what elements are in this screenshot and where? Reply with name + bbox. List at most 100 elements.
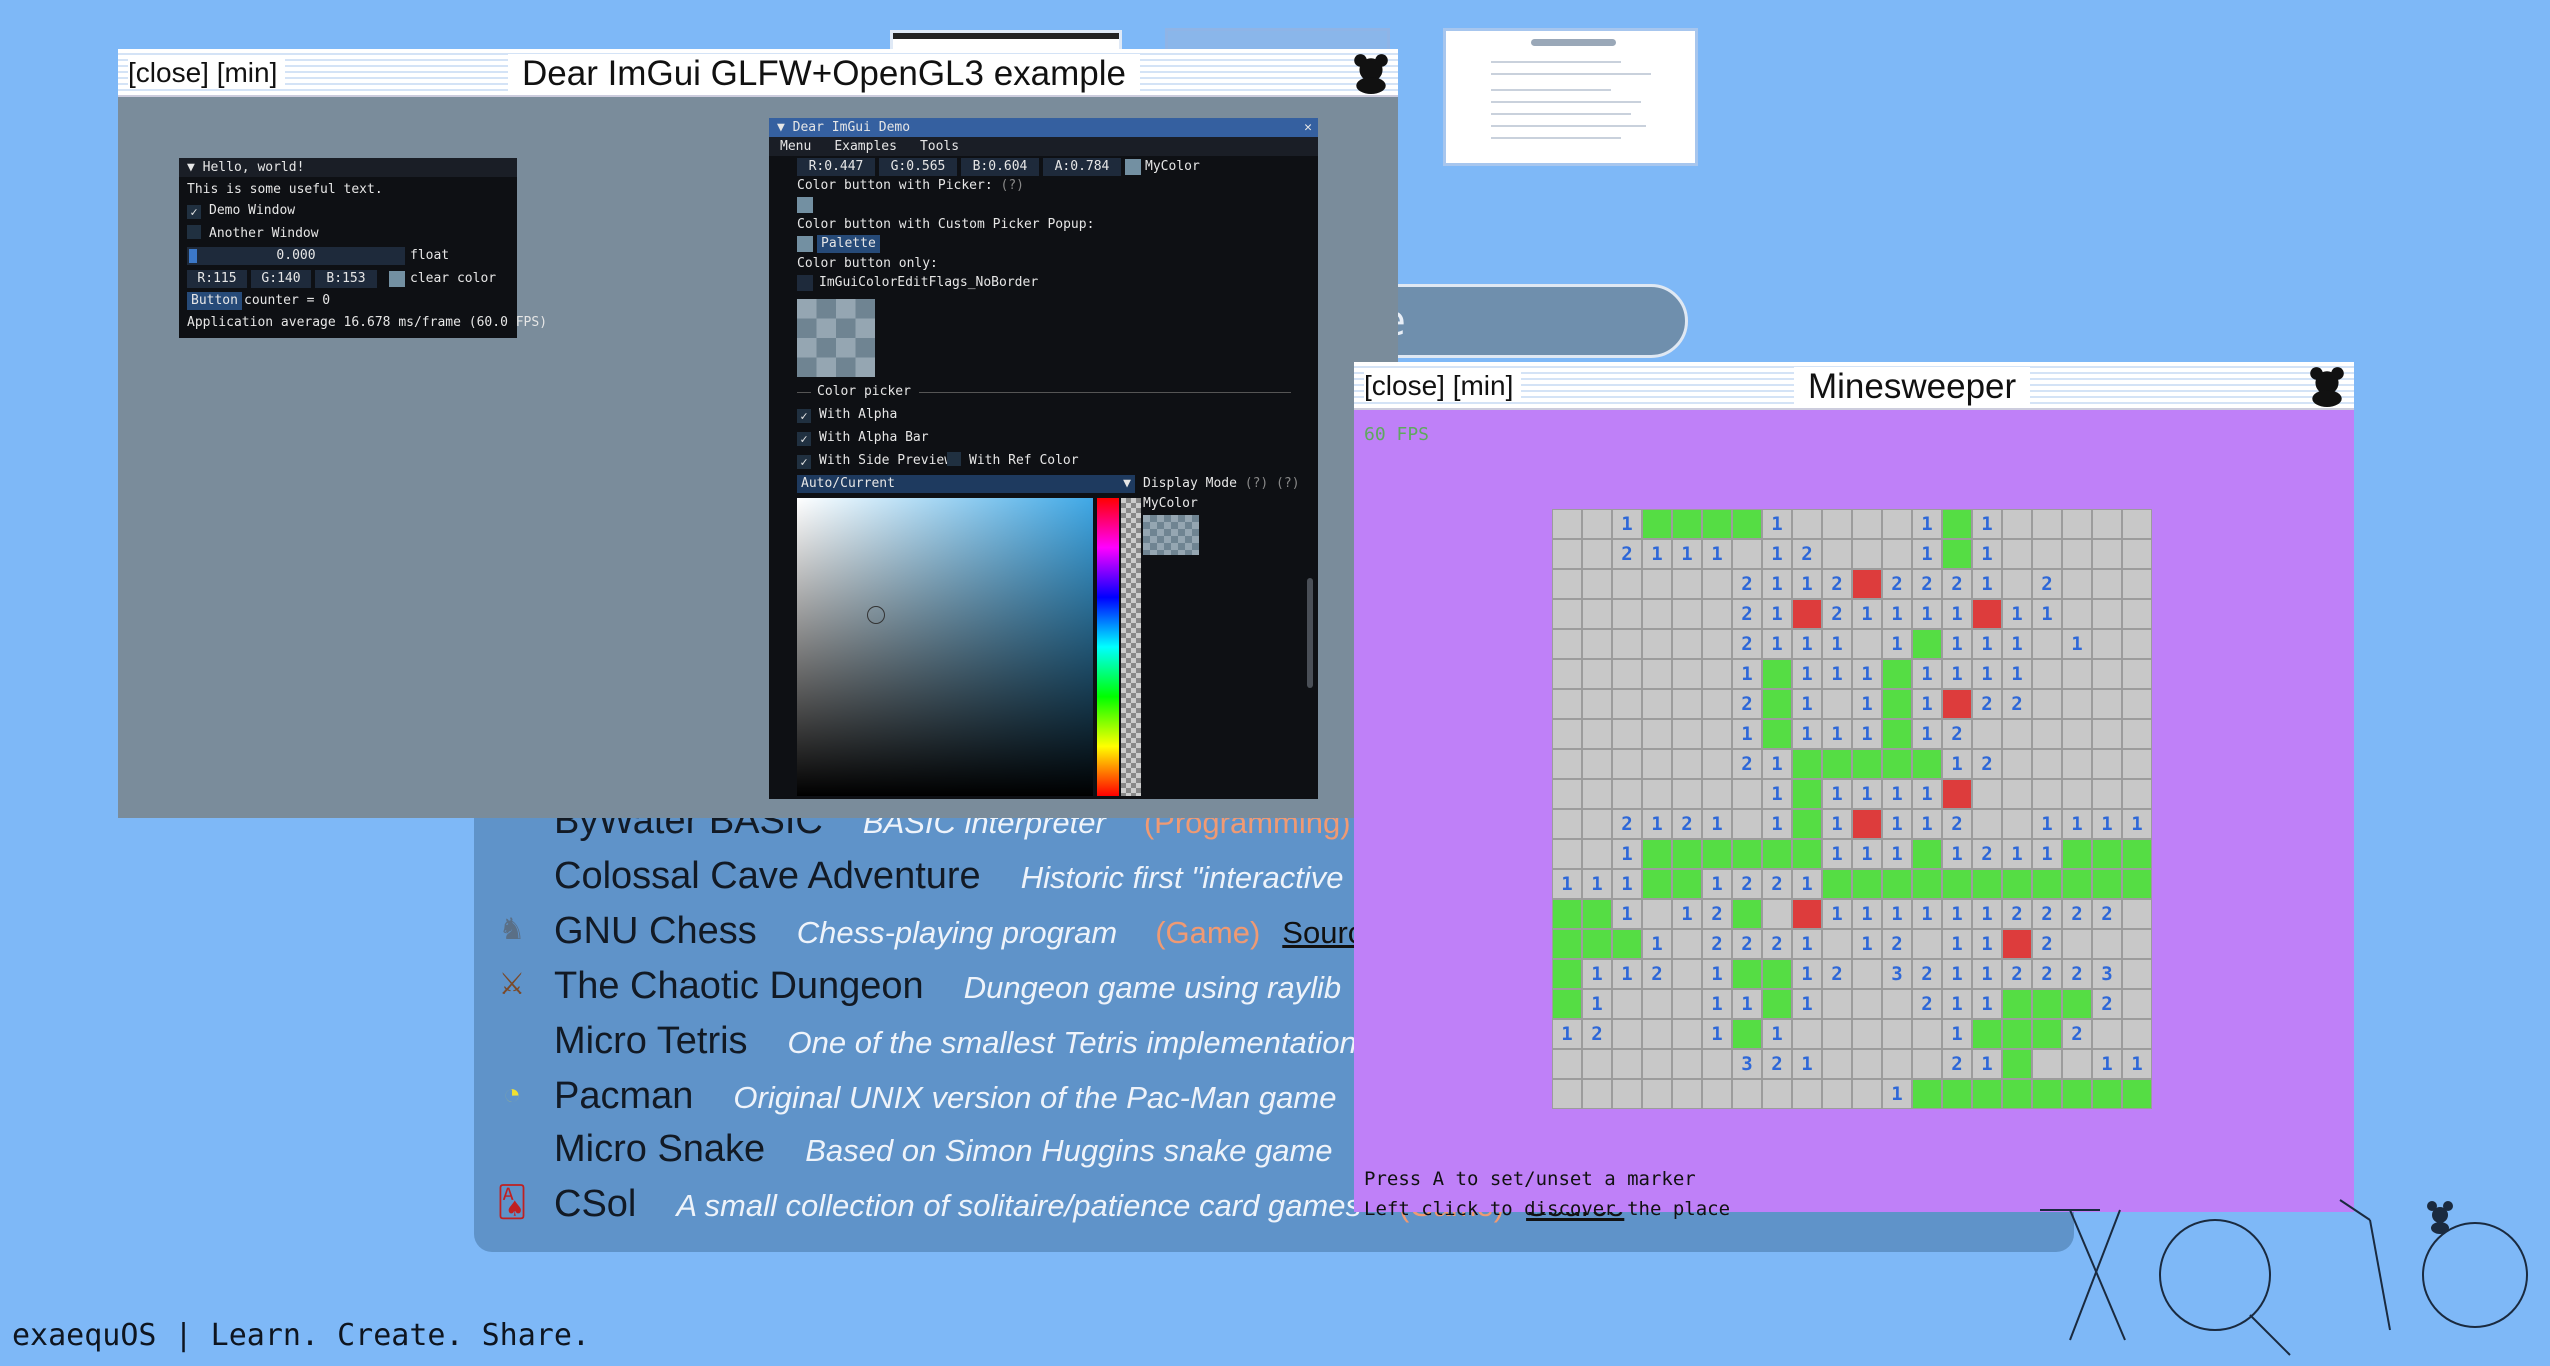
board-cell[interactable]: 2 (1582, 1019, 1612, 1049)
board-cell[interactable]: 1 (1912, 689, 1942, 719)
board-cell[interactable] (2062, 599, 2092, 629)
board-cell[interactable]: 1 (1942, 839, 1972, 869)
board-cell[interactable] (1702, 599, 1732, 629)
board-cell[interactable]: 2 (1612, 809, 1642, 839)
board-cell[interactable]: 1 (1642, 809, 1672, 839)
board-cell[interactable] (1642, 659, 1672, 689)
checkmark-icon[interactable]: ✓ (187, 205, 201, 219)
board-cell[interactable] (1852, 1019, 1882, 1049)
board-cell[interactable]: 1 (1762, 509, 1792, 539)
mycolor-swatch[interactable] (1125, 159, 1141, 175)
board-cell[interactable]: 1 (1942, 659, 1972, 689)
board-cell[interactable]: 1 (1552, 869, 1582, 899)
board-cell[interactable] (2092, 929, 2122, 959)
board-cell[interactable] (1822, 689, 1852, 719)
board-cell[interactable]: 1 (1582, 869, 1612, 899)
board-cell[interactable] (1912, 629, 1942, 659)
board-cell[interactable] (1912, 749, 1942, 779)
board-cell[interactable] (1852, 809, 1882, 839)
board-cell[interactable] (1552, 659, 1582, 689)
no-border-checkbox[interactable] (797, 275, 813, 291)
board-cell[interactable] (1552, 749, 1582, 779)
board-cell[interactable]: 2 (1972, 749, 2002, 779)
board-cell[interactable] (1882, 539, 1912, 569)
board-cell[interactable] (1582, 659, 1612, 689)
board-cell[interactable]: 1 (2002, 659, 2032, 689)
board-cell[interactable] (1852, 629, 1882, 659)
board-cell[interactable] (1582, 719, 1612, 749)
board-cell[interactable] (2122, 959, 2152, 989)
board-cell[interactable]: 1 (1942, 899, 1972, 929)
board-cell[interactable] (2092, 839, 2122, 869)
board-cell[interactable]: 1 (1732, 989, 1762, 1019)
board-cell[interactable] (1642, 839, 1672, 869)
another-window-checkbox[interactable]: Another Window (187, 225, 319, 243)
board-cell[interactable] (1612, 779, 1642, 809)
board-cell[interactable]: 1 (1972, 659, 2002, 689)
app-name[interactable]: Micro Snake (554, 1128, 765, 1171)
clear-color-swatch[interactable] (389, 271, 405, 287)
board-cell[interactable]: 1 (2032, 809, 2062, 839)
board-cell[interactable] (1852, 989, 1882, 1019)
imgui-demo-window[interactable]: ▼ Dear ImGui Demo ✕ Menu Examples Tools R:… (769, 118, 1318, 799)
board-cell[interactable] (1852, 959, 1882, 989)
board-cell[interactable]: 1 (1792, 1049, 1822, 1079)
large-color-button[interactable] (797, 299, 875, 377)
board-cell[interactable] (1702, 659, 1732, 689)
board-cell[interactable]: 2 (1702, 899, 1732, 929)
a-field[interactable]: A:0.784 (1043, 158, 1121, 176)
board-cell[interactable]: 1 (1942, 989, 1972, 1019)
board-cell[interactable] (2062, 509, 2092, 539)
with-alpha-checkbox[interactable]: ✓ With Alpha (797, 406, 897, 424)
board-cell[interactable]: 1 (1882, 779, 1912, 809)
board-cell[interactable] (1642, 1049, 1672, 1079)
board-cell[interactable] (2002, 929, 2032, 959)
board-cell[interactable]: 1 (1702, 539, 1732, 569)
board-cell[interactable]: 1 (1882, 809, 1912, 839)
board-cell[interactable] (1702, 839, 1732, 869)
window-controls[interactable]: [close] [min] (128, 57, 286, 89)
board-cell[interactable] (1672, 869, 1702, 899)
board-cell[interactable] (1582, 1079, 1612, 1109)
board-cell[interactable]: 1 (1852, 689, 1882, 719)
board-cell[interactable] (2092, 749, 2122, 779)
board-cell[interactable] (1972, 809, 2002, 839)
app-list-item[interactable]: Pacman Original UNIX version of the Pac-M… (554, 1075, 1374, 1125)
board-cell[interactable] (1972, 869, 2002, 899)
board-cell[interactable]: 1 (1702, 959, 1732, 989)
board-cell[interactable] (2062, 839, 2092, 869)
board-cell[interactable] (1972, 1079, 2002, 1109)
board-cell[interactable] (1672, 509, 1702, 539)
minesweeper-window[interactable]: [close] [min] Minesweeper 60 FPS 1111211… (1354, 362, 2354, 1220)
board-cell[interactable]: 2 (1822, 599, 1852, 629)
board-cell[interactable]: 1 (2092, 809, 2122, 839)
board-cell[interactable]: 1 (1762, 749, 1792, 779)
checkbox-box[interactable] (187, 225, 201, 239)
board-cell[interactable] (1732, 509, 1762, 539)
board-cell[interactable]: 2 (1912, 569, 1942, 599)
board-cell[interactable] (1642, 899, 1672, 929)
board-cell[interactable] (1552, 809, 1582, 839)
board-cell[interactable] (1732, 1019, 1762, 1049)
board-cell[interactable] (2002, 539, 2032, 569)
board-cell[interactable]: 1 (1972, 929, 2002, 959)
app-name[interactable]: The Chaotic Dungeon (554, 965, 924, 1008)
board-cell[interactable] (1852, 539, 1882, 569)
picker-color-button[interactable] (797, 197, 813, 213)
board-cell[interactable] (2122, 869, 2152, 899)
board-cell[interactable] (2092, 599, 2122, 629)
board-cell[interactable]: 2 (1942, 569, 1972, 599)
checkmark-icon[interactable]: ✓ (797, 409, 811, 423)
board-cell[interactable]: 1 (1822, 809, 1852, 839)
board-cell[interactable] (2122, 989, 2152, 1019)
board-cell[interactable]: 1 (1912, 809, 1942, 839)
board-cell[interactable]: 1 (1702, 989, 1732, 1019)
board-cell[interactable] (1792, 1079, 1822, 1109)
board-cell[interactable]: 2 (2092, 899, 2122, 929)
board-cell[interactable] (1672, 659, 1702, 689)
board-cell[interactable]: 1 (1792, 929, 1822, 959)
board-cell[interactable] (1612, 929, 1642, 959)
board-cell[interactable]: 1 (1702, 869, 1732, 899)
window-titlebar[interactable]: [close] [min] Dear ImGui GLFW+OpenGL3 ex… (118, 49, 1398, 97)
checkmark-icon[interactable]: ✓ (797, 455, 811, 469)
